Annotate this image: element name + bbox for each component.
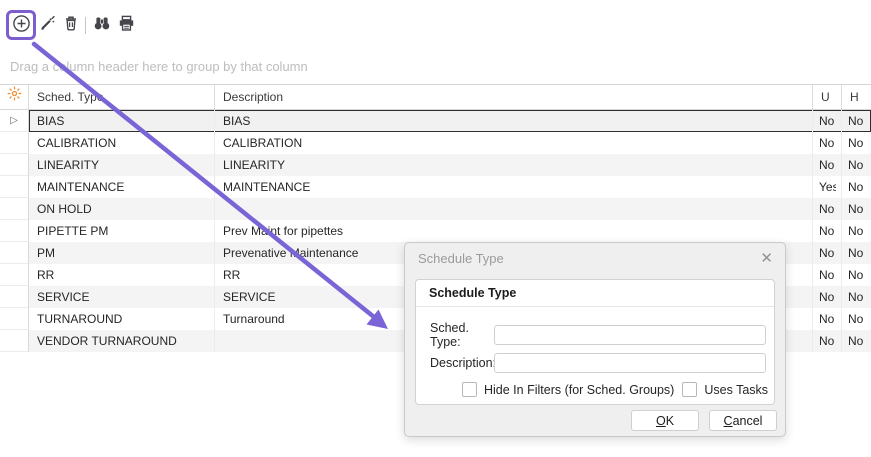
hide-in-filters-label: Hide In Filters (for Sched. Groups) [484,383,674,397]
cell-hide-in-filters[interactable]: No [842,110,871,132]
description-input[interactable] [494,353,766,373]
magic-wand-icon [38,15,56,38]
table-row[interactable]: MAINTENANCE MAINTENANCE Yes No [0,176,871,198]
ok-button[interactable]: OK [631,410,699,431]
cell-uses-tasks[interactable]: No [813,110,842,132]
row-indicator-cell[interactable] [0,264,29,286]
cell-hide-in-filters[interactable]: No [842,154,871,176]
sched-type-label: Sched. Type: [430,321,494,349]
cell-hide-in-filters[interactable]: No [842,264,871,286]
schedule-type-dialog: Schedule Type ✕ Schedule Type Sched. Typ… [404,242,786,437]
cell-hide-in-filters[interactable]: No [842,286,871,308]
cell-uses-tasks[interactable]: No [813,154,842,176]
cell-sched-type[interactable]: SERVICE [29,286,215,308]
row-indicator-cell[interactable] [0,154,29,176]
table-row[interactable]: CALIBRATION CALIBRATION No No [0,132,871,154]
sun-icon [7,85,22,109]
cell-uses-tasks[interactable]: No [813,220,842,242]
column-header-sched-type[interactable]: Sched. Type [29,85,215,109]
cell-uses-tasks[interactable]: No [813,198,842,220]
cell-uses-tasks[interactable]: No [813,286,842,308]
cell-sched-type[interactable]: LINEARITY [29,154,215,176]
cell-sched-type[interactable]: ON HOLD [29,198,215,220]
uses-tasks-label: Uses Tasks [704,383,768,397]
cell-uses-tasks[interactable]: No [813,308,842,330]
cell-uses-tasks[interactable]: No [813,330,842,352]
schedule-type-groupbox: Schedule Type Sched. Type: Description: … [415,279,775,405]
find-button[interactable] [92,16,112,36]
cancel-button[interactable]: Cancel [709,410,777,431]
column-header-description[interactable]: Description [215,85,813,109]
row-indicator-cell[interactable] [0,198,29,220]
cell-description[interactable]: BIAS [215,110,813,132]
cell-sched-type[interactable]: RR [29,264,215,286]
cell-sched-type[interactable]: PM [29,242,215,264]
row-indicator-cell[interactable] [0,308,29,330]
column-header-uses-tasks[interactable]: U [813,85,842,109]
cell-uses-tasks[interactable]: Yes [813,176,842,198]
cell-sched-type[interactable]: PIPETTE PM [29,220,215,242]
uses-tasks-checkbox[interactable] [682,382,697,397]
row-indicator-cell[interactable] [0,176,29,198]
row-indicator-cell[interactable] [0,330,29,352]
cell-description[interactable]: LINEARITY [215,154,813,176]
row-indicator-cell[interactable] [0,132,29,154]
close-icon[interactable]: ✕ [760,249,773,267]
edit-button[interactable] [37,16,57,36]
row-indicator-cell[interactable]: ▷ [0,110,29,132]
column-header-hide-in-filters[interactable]: H [842,85,871,109]
print-button[interactable] [116,16,136,36]
cell-sched-type[interactable]: MAINTENANCE [29,176,215,198]
cell-sched-type[interactable]: BIAS [29,110,215,132]
table-row[interactable]: LINEARITY LINEARITY No No [0,154,871,176]
grid-header-row: Sched. Type Description U H [0,84,871,110]
cell-hide-in-filters[interactable]: No [842,308,871,330]
sched-type-input[interactable] [494,325,766,345]
groupbox-title: Schedule Type [416,280,774,307]
cell-sched-type[interactable]: VENDOR TURNAROUND [29,330,215,352]
table-row[interactable]: ▷ BIAS BIAS No No [0,110,871,132]
group-by-hint: Drag a column header here to group by th… [10,59,308,74]
cell-uses-tasks[interactable]: No [813,132,842,154]
cell-hide-in-filters[interactable]: No [842,242,871,264]
cell-description[interactable]: Prev Maint for pipettes [215,220,813,242]
dialog-title: Schedule Type [418,251,504,266]
cell-hide-in-filters[interactable]: No [842,220,871,242]
row-indicator-cell[interactable] [0,242,29,264]
cell-description[interactable]: CALIBRATION [215,132,813,154]
cell-sched-type[interactable]: CALIBRATION [29,132,215,154]
cell-hide-in-filters[interactable]: No [842,198,871,220]
row-indicator-cell[interactable] [0,220,29,242]
grid-corner-cell[interactable] [0,85,29,109]
toolbar-separator [85,17,86,34]
delete-button[interactable] [61,16,81,36]
toolbar [0,0,871,55]
cell-sched-type[interactable]: TURNAROUND [29,308,215,330]
row-indicator-cell[interactable] [0,286,29,308]
trash-icon [62,14,80,38]
cell-hide-in-filters[interactable]: No [842,132,871,154]
hide-in-filters-checkbox[interactable] [462,382,477,397]
description-label: Description: [430,356,494,370]
cell-description[interactable]: MAINTENANCE [215,176,813,198]
binoculars-icon [92,15,112,37]
group-by-panel[interactable]: Drag a column header here to group by th… [10,55,861,79]
add-button[interactable] [11,16,31,36]
cell-description[interactable] [215,198,813,220]
table-row[interactable]: ON HOLD No No [0,198,871,220]
cell-uses-tasks[interactable]: No [813,242,842,264]
printer-icon [117,14,136,38]
app-window: Drag a column header here to group by th… [0,0,871,457]
add-circle-plus-icon [12,14,31,38]
cell-hide-in-filters[interactable]: No [842,176,871,198]
cell-hide-in-filters[interactable]: No [842,330,871,352]
cell-uses-tasks[interactable]: No [813,264,842,286]
table-row[interactable]: PIPETTE PM Prev Maint for pipettes No No [0,220,871,242]
